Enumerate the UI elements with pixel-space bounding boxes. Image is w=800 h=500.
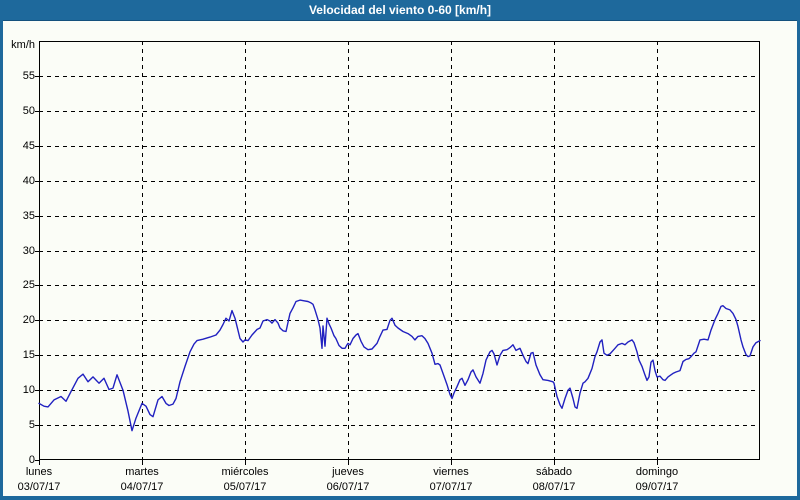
x-axis-day-label: martes <box>125 466 159 478</box>
x-axis-day-label: lunes <box>25 466 53 478</box>
x-axis-date-label: 03/07/17 <box>17 481 61 493</box>
plot-border <box>39 41 760 460</box>
y-axis-label: 10 <box>22 384 35 397</box>
x-axis-date-label: 04/07/17 <box>120 481 164 493</box>
y-axis-label: 30 <box>22 244 35 257</box>
x-axis-date-label: 07/07/17 <box>429 481 473 493</box>
y-axis-label: 5 <box>28 419 35 432</box>
x-axis-day-label: domingo <box>635 466 679 478</box>
x-axis-date-label: 06/07/17 <box>326 481 370 493</box>
app-window: Velocidad del viento 0-60 [km/h] km/h 05… <box>0 0 800 500</box>
x-axis-day-label: sábado <box>535 466 573 478</box>
x-axis-date-label: 08/07/17 <box>532 481 576 493</box>
x-axis-day-label: jueves <box>332 466 364 478</box>
window-border-bottom <box>0 496 800 500</box>
x-axis-day-label: viernes <box>433 466 469 478</box>
plot-area <box>35 41 761 465</box>
y-axis-label: 40 <box>22 174 35 187</box>
y-axis-label: 50 <box>22 104 35 117</box>
y-axis-label: 45 <box>22 139 35 152</box>
wind-speed-line <box>38 299 761 432</box>
y-axis-label: 35 <box>22 209 35 222</box>
y-axis-unit-label: km/h <box>11 39 35 51</box>
x-axis-date-label: 09/07/17 <box>635 481 679 493</box>
y-axis-label: 15 <box>22 349 35 362</box>
window-title: Velocidad del viento 0-60 [km/h] <box>308 3 492 17</box>
y-axis-label: 20 <box>22 314 35 327</box>
title-bar: Velocidad del viento 0-60 [km/h] <box>0 0 800 21</box>
y-axis-label: 25 <box>22 279 35 292</box>
window-border-left <box>0 20 3 500</box>
x-axis-date-label: 05/07/17 <box>223 481 267 493</box>
x-axis-day-label: miércoles <box>221 466 269 478</box>
y-axis-label: 55 <box>22 69 35 82</box>
